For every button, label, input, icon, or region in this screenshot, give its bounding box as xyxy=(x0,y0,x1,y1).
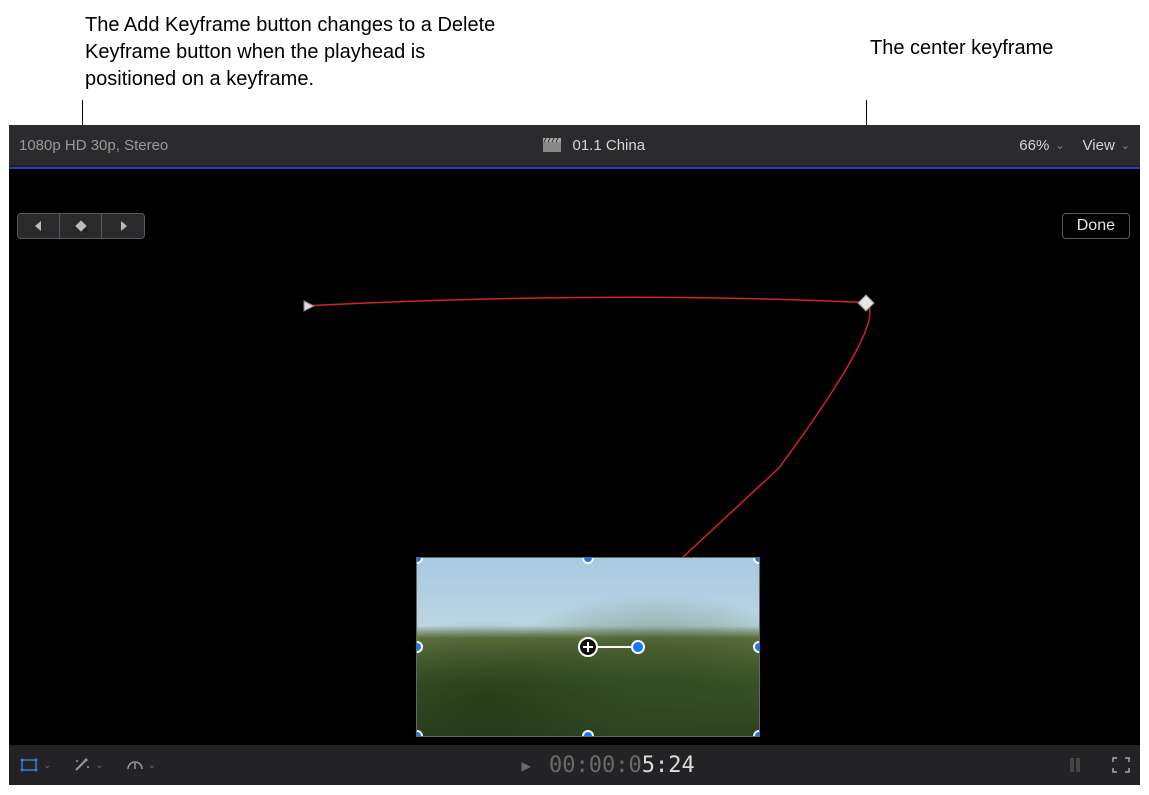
timecode-prefix: 00:00:0 xyxy=(549,753,642,778)
transform-anchor[interactable] xyxy=(578,637,598,657)
transform-handle-br[interactable] xyxy=(753,730,760,737)
viewer-window: 1080p HD 30p, Stereo 01.1 China 66% ⌄ Vi… xyxy=(9,125,1140,785)
chevron-down-icon: ⌄ xyxy=(1121,139,1130,152)
viewer-header: 1080p HD 30p, Stereo 01.1 China 66% ⌄ Vi… xyxy=(9,125,1140,165)
transform-tool-button[interactable]: ⌄ xyxy=(19,758,51,772)
transform-handle-bc[interactable] xyxy=(582,730,594,737)
transform-clip[interactable] xyxy=(416,557,760,737)
transform-handle-mr[interactable] xyxy=(753,641,760,653)
zoom-value: 66% xyxy=(1019,137,1049,154)
chevron-down-icon: ⌄ xyxy=(95,760,103,771)
fullscreen-button[interactable] xyxy=(1112,757,1130,773)
enhance-tool-button[interactable]: ⌄ xyxy=(73,757,103,773)
zoom-dropdown[interactable]: 66% ⌄ xyxy=(1019,137,1064,154)
enhance-tool-icon xyxy=(73,757,91,773)
chevron-down-icon: ⌄ xyxy=(1055,139,1064,152)
viewer-footer: ⌄ ⌄ ⌄ ▶ 00:00:05:24 xyxy=(9,745,1140,785)
retime-tool-icon xyxy=(126,757,144,773)
transform-tool-icon xyxy=(19,758,39,772)
view-dropdown[interactable]: View ⌄ xyxy=(1083,137,1130,154)
fullscreen-icon xyxy=(1112,757,1130,773)
chevron-down-icon: ⌄ xyxy=(43,760,51,771)
annotation-left: The Add Keyframe button changes to a Del… xyxy=(85,12,505,93)
keyframe-start-marker[interactable] xyxy=(302,299,316,313)
rotation-handle[interactable] xyxy=(631,640,645,654)
annotation-right: The center keyframe xyxy=(870,35,1070,62)
view-label: View xyxy=(1083,137,1115,154)
timecode-suffix: 5:24 xyxy=(642,753,695,778)
retime-tool-button[interactable]: ⌄ xyxy=(126,757,156,773)
play-icon: ▶ xyxy=(521,756,531,775)
timecode-display[interactable]: ▶ 00:00:05:24 xyxy=(178,753,1038,778)
format-label: 1080p HD 30p, Stereo xyxy=(19,137,168,154)
viewer-canvas[interactable]: Done xyxy=(9,167,1140,745)
chevron-down-icon: ⌄ xyxy=(148,760,156,771)
clapperboard-icon xyxy=(543,138,561,152)
audio-meter xyxy=(1060,755,1090,775)
clip-title: 01.1 China xyxy=(573,137,646,154)
